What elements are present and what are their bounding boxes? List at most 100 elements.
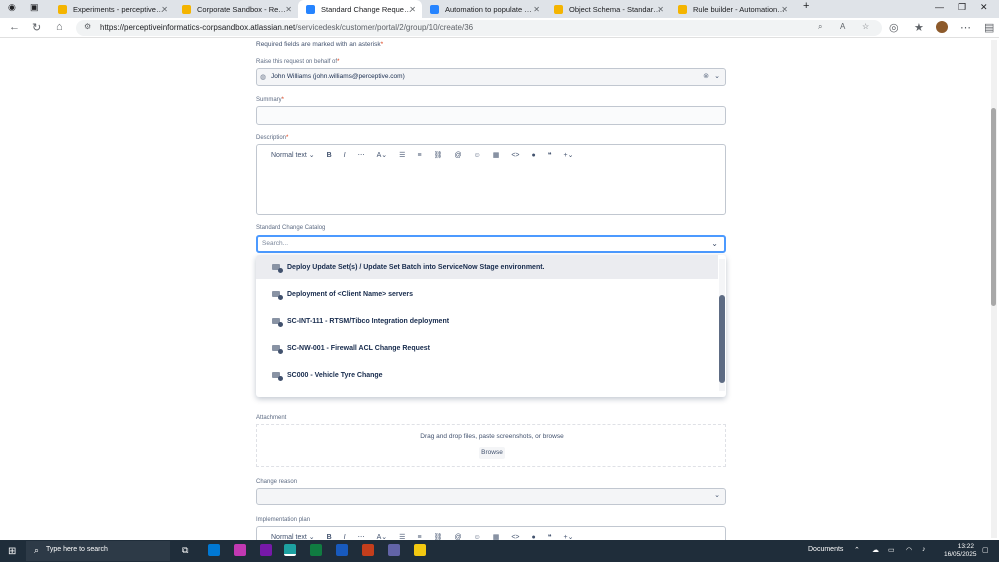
bold-icon[interactable]: B (327, 152, 332, 159)
zoom-icon[interactable]: ⌕ (818, 22, 822, 32)
home-icon[interactable]: ⌂ (56, 21, 63, 33)
browser-menu-icon[interactable]: ◉ (8, 2, 16, 13)
dropdown-option[interactable]: SC-INT-111 - RTSM/Tibco Integration depl… (256, 309, 718, 333)
table-icon[interactable]: ▦ (493, 151, 500, 159)
mention-icon[interactable]: @ (454, 152, 461, 159)
minimize-icon[interactable]: — (935, 2, 944, 12)
browser-tab-strip: ◉ ▣ Experiments - perceptiveinforma ✕ Co… (0, 0, 999, 18)
table-icon[interactable]: ▦ (493, 533, 500, 540)
attachment-dropzone[interactable]: Drag and drop files, paste screenshots, … (256, 424, 726, 467)
address-bar[interactable]: ⚙ https://perceptiveinformatics-corpsand… (76, 20, 882, 36)
implementation-plan-editor[interactable]: Normal text ⌄ B I ⋯ A⌄ ☰ ≡ ⛓ @ ☺ ▦ <> ● … (256, 526, 726, 540)
close-icon[interactable]: ✕ (657, 5, 664, 14)
wifi-icon[interactable]: ◠ (906, 546, 912, 554)
italic-icon[interactable]: I (344, 152, 346, 159)
tab-rule-builder[interactable]: Rule builder - Automation - Corp ✕ (670, 0, 794, 18)
reload-icon[interactable]: ↻ (32, 21, 41, 34)
word-app-icon[interactable] (336, 544, 348, 556)
user-icon: ◍ (260, 74, 267, 81)
extensions-icon[interactable]: ◎ (889, 21, 899, 34)
close-icon[interactable]: ✕ (285, 5, 292, 14)
favorite-icon[interactable]: ☆ (862, 22, 869, 31)
summary-input[interactable] (256, 106, 726, 125)
chevron-down-icon[interactable]: ⌄ (714, 72, 720, 80)
text-style-select[interactable]: Normal text ⌄ (271, 533, 315, 540)
app-icon[interactable] (388, 544, 400, 556)
display-icon[interactable]: ▭ (888, 546, 895, 554)
page-scrollbar-thumb[interactable] (991, 108, 996, 306)
link-icon[interactable]: ⛓ (434, 533, 443, 540)
dropdown-option[interactable]: SC-NW-001 - Firewall ACL Change Request (256, 336, 718, 360)
page-content: Required fields are marked with an aster… (0, 38, 999, 540)
bullet-list-icon[interactable]: ☰ (399, 533, 405, 540)
dropdown-scrollbar-thumb[interactable] (719, 295, 725, 383)
favorites-icon[interactable]: ★ (914, 21, 924, 34)
cloud-icon[interactable]: ☁ (872, 546, 879, 554)
back-icon[interactable]: ← (9, 21, 20, 33)
tab-corporate-sandbox[interactable]: Corporate Sandbox - Request typ ✕ (174, 0, 298, 18)
search-icon: ⌕ (34, 545, 40, 555)
edge-app-icon[interactable] (208, 544, 220, 556)
description-editor[interactable]: Normal text ⌄ B I ⋯ A⌄ ☰ ≡ ⛓ @ ☺ ▦ <> ● … (256, 144, 726, 215)
info-icon[interactable]: ● (532, 152, 536, 159)
clear-icon[interactable]: ⊗ (703, 72, 709, 80)
insert-icon[interactable]: +⌄ (564, 533, 574, 540)
link-icon[interactable]: ⛓ (434, 151, 443, 159)
description-label: Description* (256, 135, 289, 141)
new-tab-icon[interactable]: + (803, 0, 809, 12)
chevron-down-icon[interactable]: ⌄ (711, 239, 718, 248)
change-reason-select[interactable]: ⌄ (256, 488, 726, 505)
avatar[interactable] (936, 21, 948, 33)
quote-icon[interactable]: ❝ (548, 533, 552, 540)
close-icon[interactable]: ✕ (781, 5, 788, 14)
task-view-icon[interactable]: ⧉ (182, 545, 188, 556)
read-aloud-icon[interactable]: A (840, 22, 845, 31)
onenote-app-icon[interactable] (260, 544, 272, 556)
restore-icon[interactable]: ❐ (958, 2, 966, 13)
quote-icon[interactable]: ❝ (548, 151, 552, 159)
more-formatting-icon[interactable]: ⋯ (358, 533, 365, 540)
close-icon[interactable]: ✕ (409, 5, 416, 14)
catalog-search-input[interactable]: Search... ⌄ (256, 235, 726, 253)
attachment-label: Attachment (256, 415, 287, 421)
text-style-select[interactable]: Normal text ⌄ (271, 151, 315, 159)
emoji-icon[interactable]: ☺ (474, 152, 481, 159)
close-icon[interactable]: ✕ (161, 5, 168, 14)
text-color-icon[interactable]: A⌄ (377, 151, 388, 159)
windows-start-icon[interactable]: ⊞ (8, 546, 16, 557)
taskbar: ⊞ ⌕ Type here to search ⧉ Documents ⌃ ☁ … (0, 540, 999, 562)
dropdown-option[interactable]: SC000 - Vehicle Tyre Change (256, 363, 718, 387)
tab-actions-icon[interactable]: ▣ (30, 2, 39, 13)
more-formatting-icon[interactable]: ⋯ (358, 151, 365, 159)
tab-object-schema[interactable]: Object Schema - Standard Chang ✕ (546, 0, 670, 18)
dropdown-option[interactable]: Deployment of <Client Name> servers (256, 282, 718, 306)
tab-standard-change-request[interactable]: Standard Change Request - Corp ✕ (298, 0, 422, 18)
chevron-up-icon[interactable]: ⌃ (854, 546, 860, 554)
file-explorer-icon[interactable] (414, 544, 426, 556)
tab-automation[interactable]: Automation to populate work ite ✕ (422, 0, 546, 18)
documents-toolbar[interactable]: Documents (808, 546, 843, 553)
bullet-list-icon[interactable]: ☰ (399, 151, 405, 159)
taskbar-search[interactable]: ⌕ Type here to search (26, 541, 170, 561)
text-color-icon[interactable]: A⌄ (377, 533, 388, 540)
insert-icon[interactable]: +⌄ (564, 151, 574, 159)
notification-icon[interactable]: ▢ (982, 546, 989, 554)
clock[interactable]: 13:22 16/05/2025 (944, 543, 977, 559)
tab-experiments[interactable]: Experiments - perceptiveinforma ✕ (50, 0, 174, 18)
code-icon[interactable]: <> (511, 152, 519, 159)
raise-on-behalf-select[interactable]: ◍ John Williams (john.williams@perceptiv… (256, 68, 726, 86)
volume-icon[interactable]: ♪ (922, 546, 926, 553)
browse-button[interactable]: Browse (479, 447, 505, 459)
numbered-list-icon[interactable]: ≡ (417, 152, 421, 159)
teams-app-icon[interactable] (234, 544, 246, 556)
excel-app-icon[interactable] (310, 544, 322, 556)
more-icon[interactable]: ⋯ (960, 21, 971, 34)
close-icon[interactable]: ✕ (533, 5, 540, 14)
browser-app-icon[interactable] (284, 544, 296, 556)
dropdown-option[interactable]: Deploy Update Set(s) / Update Set Batch … (256, 255, 718, 279)
window-close-icon[interactable]: ✕ (980, 2, 988, 13)
sidebar-icon[interactable]: ▤ (984, 21, 994, 34)
powerpoint-app-icon[interactable] (362, 544, 374, 556)
chevron-down-icon[interactable]: ⌄ (714, 491, 720, 499)
site-info-icon[interactable]: ⚙ (84, 22, 91, 31)
